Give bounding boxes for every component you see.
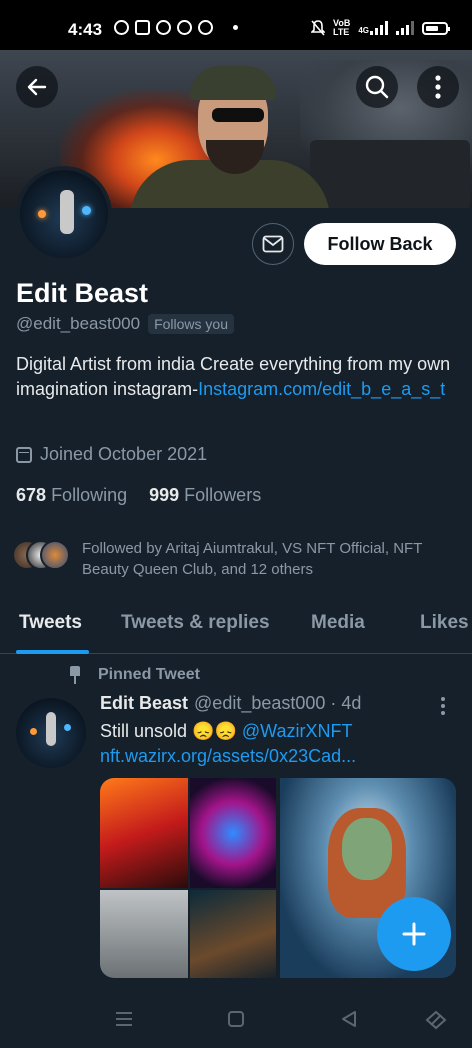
jio-icon <box>198 20 213 35</box>
followers-stat[interactable]: 999 Followers <box>149 485 261 506</box>
profile-tabs: Tweets Tweets & replies Media Likes <box>0 604 472 654</box>
mail-icon <box>262 235 284 253</box>
follow-back-button[interactable]: Follow Back <box>304 223 456 265</box>
pinned-label: Pinned Tweet <box>98 666 200 683</box>
message-button[interactable] <box>252 223 294 265</box>
tweet-text: Still unsold 😞😞 @WazirXNFT <box>100 719 352 743</box>
tab-tweets[interactable]: Tweets <box>19 612 82 634</box>
home-icon[interactable] <box>227 1010 245 1028</box>
status-time: 4:43 <box>68 20 103 39</box>
followers-label: Followers <box>184 485 262 505</box>
bio-link[interactable]: Instagram.com/edit_b_e_a_s_t <box>198 379 445 399</box>
joined-date: Joined October 2021 <box>16 444 207 465</box>
pinned-label-row: Pinned Tweet <box>66 666 200 684</box>
profile-avatar[interactable] <box>16 166 112 262</box>
news-icon <box>135 20 150 35</box>
followers-count: 999 <box>149 485 180 505</box>
tweet-body: Still unsold 😞😞 <box>100 721 242 741</box>
search-icon <box>365 75 389 99</box>
pin-icon <box>66 666 84 684</box>
following-stat[interactable]: 678 Following <box>16 485 127 506</box>
handle-row: @edit_beast000 Follows you <box>16 314 234 334</box>
back-nav-icon[interactable] <box>340 1010 358 1028</box>
tab-tweets-replies[interactable]: Tweets & replies <box>121 612 270 634</box>
whatsapp-icon <box>114 20 129 35</box>
more-options-button[interactable] <box>417 66 459 108</box>
tab-likes[interactable]: Likes <box>420 612 469 634</box>
calendar-icon <box>16 446 32 463</box>
arrow-left-icon <box>27 78 47 96</box>
system-nav-bar <box>0 990 472 1048</box>
follows-you-badge: Follows you <box>148 314 234 334</box>
menu-icon[interactable] <box>114 1010 134 1028</box>
telegram-icon <box>177 20 192 35</box>
media-image[interactable] <box>190 890 276 978</box>
media-image[interactable] <box>100 778 188 888</box>
assist-icon[interactable] <box>425 1010 447 1030</box>
following-count: 678 <box>16 485 47 505</box>
battery-icon <box>422 21 450 35</box>
avatar <box>40 540 70 570</box>
signal-icon <box>396 21 414 35</box>
mutual-avatars <box>12 538 74 572</box>
tweet-more-button[interactable] <box>441 697 447 715</box>
following-label: Following <box>51 485 128 505</box>
tweet-header: Edit Beast @edit_beast000 · 4d <box>100 693 361 714</box>
search-button[interactable] <box>356 66 398 108</box>
plus-icon <box>402 922 426 946</box>
b-app-icon <box>156 20 171 35</box>
tweet-author-name[interactable]: Edit Beast <box>100 693 188 714</box>
active-tab-indicator <box>16 650 89 654</box>
tweet-link[interactable]: nft.wazirx.org/assets/0x23Cad... <box>100 746 400 767</box>
system-icons: VoB LTE 4G <box>310 18 450 37</box>
media-image[interactable] <box>100 890 188 978</box>
joined-text: Joined October 2021 <box>40 444 208 464</box>
more-notifications-icon <box>233 25 238 30</box>
profile-name: Edit Beast <box>16 278 149 308</box>
follow-stats: 678 Following 999 Followers <box>16 485 261 506</box>
compose-tweet-button[interactable] <box>377 897 451 971</box>
notification-icons <box>114 20 238 35</box>
tweet-mention[interactable]: @WazirXNFT <box>242 721 353 741</box>
volte-icon: VoB LTE <box>332 18 351 37</box>
tab-media[interactable]: Media <box>311 612 365 634</box>
profile-handle: @edit_beast000 <box>16 314 141 333</box>
status-bar: 4:43 VoB LTE 4G <box>0 0 472 50</box>
followed-by-row[interactable]: Followed by Aritaj Aiumtrakul, VS NFT Of… <box>12 538 462 580</box>
mute-bell-icon <box>310 20 325 36</box>
profile-bio: Digital Artist from india Create everyth… <box>16 352 456 402</box>
tweet-avatar[interactable] <box>16 698 86 768</box>
back-button[interactable] <box>16 66 58 108</box>
tweet-handle-time: @edit_beast000 · 4d <box>194 693 362 713</box>
media-image[interactable] <box>190 778 276 888</box>
signal-4g-icon: 4G <box>358 21 388 35</box>
followed-by-text: Followed by Aritaj Aiumtrakul, VS NFT Of… <box>82 540 423 578</box>
more-vertical-icon <box>435 75 441 99</box>
